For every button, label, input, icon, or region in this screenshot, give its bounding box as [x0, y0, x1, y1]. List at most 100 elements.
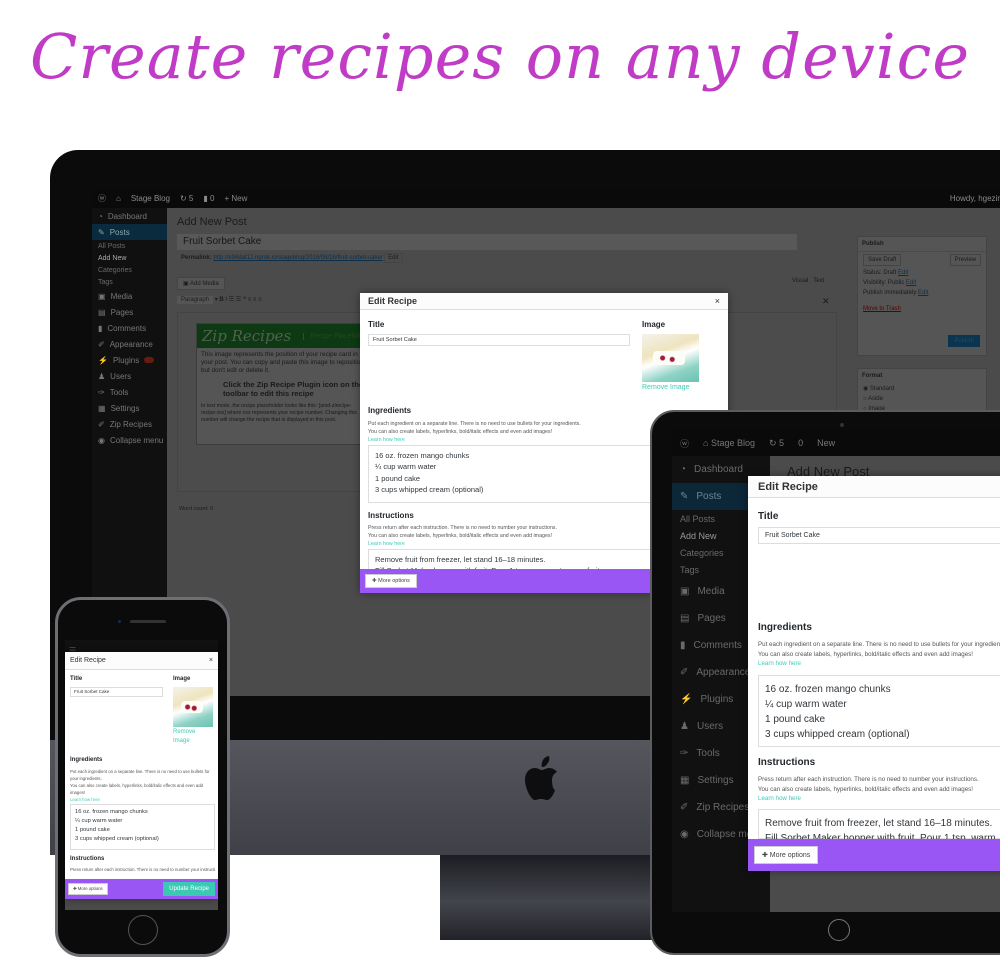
instructions-label: Instructions: [70, 856, 105, 862]
new-link[interactable]: New: [817, 438, 835, 448]
more-options-button[interactable]: ✚ More options: [365, 574, 417, 588]
new-link[interactable]: + New: [224, 194, 247, 203]
tab-text[interactable]: Text: [813, 278, 824, 284]
sidebar-item-appearance[interactable]: ✐ Appearance: [92, 336, 167, 352]
status-edit-link[interactable]: Edit: [898, 270, 908, 276]
recipe-image[interactable]: [173, 687, 213, 727]
sidebar-item-collapse[interactable]: ◉ Collapse menu: [92, 432, 167, 448]
ingredients-textarea[interactable]: 16 oz. frozen mango chunks ¼ cup warm wa…: [758, 675, 1000, 747]
ingredients-label: Ingredients: [70, 757, 103, 763]
home-button[interactable]: [128, 915, 158, 945]
speaker-grille: [130, 620, 166, 623]
more-options-button[interactable]: ✚ More options: [754, 846, 819, 864]
user-icon: ♟: [98, 371, 106, 381]
learn-how-link[interactable]: Learn how here: [758, 794, 979, 804]
howdy-user[interactable]: Howdy, hgezim: [950, 194, 1000, 203]
zip-text-1: This image represents the position of yo…: [201, 351, 371, 375]
sidebar-item-posts[interactable]: ✎ Posts: [92, 224, 167, 240]
sidebar-sub-all-posts[interactable]: All Posts: [92, 240, 167, 252]
comments-link[interactable]: 0: [798, 438, 803, 448]
close-icon[interactable]: ×: [209, 657, 213, 664]
more-options-button[interactable]: ✚ More options: [68, 883, 108, 895]
format-option-aside[interactable]: ○ Aside: [858, 394, 986, 404]
learn-how-link[interactable]: Learn how here: [70, 797, 215, 804]
wordpress-logo-icon[interactable]: ⓦ: [98, 193, 106, 204]
update-recipe-button[interactable]: Update Recipe: [163, 882, 215, 896]
sidebar-label: Appearance: [109, 339, 153, 349]
home-button[interactable]: [828, 919, 850, 941]
instructions-textarea[interactable]: Remove fruit from freezer, let stand 16–…: [758, 809, 1000, 859]
recipe-image[interactable]: [642, 334, 699, 382]
sidebar-label: Collapse menu: [109, 435, 164, 445]
sidebar-item-pages[interactable]: ▤ Pages: [92, 304, 167, 320]
learn-how-link[interactable]: Learn how here: [758, 659, 1000, 669]
help-line: You can also create labels, hyperlinks, …: [758, 785, 973, 793]
site-name-link[interactable]: ⌂ Stage Blog: [703, 438, 755, 448]
permalink-edit-button[interactable]: Edit: [384, 253, 403, 263]
status-text: Status: Draft: [863, 270, 897, 276]
headline: Create recipes on any device: [29, 20, 971, 93]
sidebar-sub-categories[interactable]: Categories: [92, 264, 167, 276]
brush-icon: ✐: [98, 419, 105, 429]
help-line: You can also create labels, hyperlinks, …: [758, 650, 973, 658]
publish-box: Publish Save Draft Preview Status: Draft …: [857, 236, 987, 356]
ingredients-label: Ingredients: [758, 622, 812, 633]
sidebar-item-users[interactable]: ♟ Users: [92, 368, 167, 384]
sidebar-item-zip-recipes[interactable]: ✐ Zip Recipes: [92, 416, 167, 432]
sidebar-sub-tags[interactable]: Tags: [92, 276, 167, 288]
format-select[interactable]: Paragraph: [177, 296, 214, 304]
bold-icon[interactable]: ▾ B: [215, 297, 224, 303]
title-input[interactable]: Fruit Sorbet Cake: [70, 687, 163, 697]
add-media-button[interactable]: ▣ Add Media: [177, 277, 225, 290]
updates-link[interactable]: ↻ 5: [180, 194, 193, 203]
sidebar-sub-add-new[interactable]: Add New: [92, 252, 167, 264]
title-input[interactable]: Fruit Sorbet Cake: [368, 334, 630, 346]
close-icon[interactable]: ×: [715, 296, 720, 306]
ingredient-line: 16 oz. frozen mango chunks: [375, 451, 470, 460]
format-option-standard[interactable]: ◉ Standard: [858, 383, 986, 394]
sidebar-item-settings[interactable]: ▦ Settings: [92, 400, 167, 416]
sidebar-item-plugins[interactable]: ⚡ Plugins 1: [92, 352, 167, 368]
home-icon: ⌂: [116, 193, 121, 203]
site-name-link[interactable]: Stage Blog: [131, 194, 170, 203]
sidebar-item-tools[interactable]: ✑ Tools: [92, 384, 167, 400]
help-line: Put each ingredient on a separate line. …: [70, 769, 210, 781]
preview-button[interactable]: Preview: [949, 254, 981, 266]
fullscreen-icon[interactable]: ✕: [822, 296, 830, 307]
apple-logo-icon: [525, 756, 557, 800]
remove-image-link[interactable]: Remove Image: [173, 728, 203, 746]
tab-visual[interactable]: Visual: [792, 278, 808, 284]
remove-image-link[interactable]: Remove Image: [642, 384, 689, 391]
sidebar-label: Pages: [697, 613, 726, 624]
sidebar-label: Posts: [696, 491, 722, 502]
zip-text-2: In text mode, the recipe placeholder loo…: [201, 403, 357, 423]
comments-link[interactable]: ▮ 0: [203, 194, 214, 203]
ingredients-textarea[interactable]: 16 oz. frozen mango chunks ¼ cup warm wa…: [70, 804, 215, 850]
updates-link[interactable]: ↻ 5: [769, 438, 784, 449]
plugins-badge: 1: [144, 357, 154, 363]
ingredient-line: 16 oz. frozen mango chunks: [75, 809, 148, 815]
sidebar-item-media[interactable]: ▣ Media: [92, 288, 167, 304]
move-to-trash-link[interactable]: Move to Trash: [858, 304, 986, 314]
title-input[interactable]: Fruit Sorbet Cake: [758, 527, 1000, 544]
ingredients-textarea[interactable]: 16 oz. frozen mango chunks ¼ cup warm wa…: [368, 445, 688, 503]
learn-how-link[interactable]: Learn how here: [368, 540, 557, 548]
publish-button[interactable]: Publish: [948, 335, 980, 347]
post-title-input[interactable]: Fruit Sorbet Cake: [177, 234, 797, 250]
sidebar-label: Tools: [696, 748, 720, 759]
help-line: You can also create labels, hyperlinks, …: [368, 429, 553, 436]
align-icon[interactable]: ≡ ≡ ≡: [248, 297, 262, 303]
wordpress-logo-icon[interactable]: ⓦ: [680, 437, 689, 450]
sidebar-item-dashboard[interactable]: ◔ Dashboard: [92, 208, 167, 224]
image-label: Image: [173, 676, 191, 682]
permalink-url[interactable]: http://e94daf12.ngrok.io/stageblog/2018/…: [213, 255, 382, 261]
list-icon[interactable]: ☰ ☰: [229, 297, 243, 303]
comment-icon: ▮: [98, 323, 103, 333]
save-draft-button[interactable]: Save Draft: [863, 254, 902, 266]
quote-icon[interactable]: ❝: [243, 297, 246, 303]
schedule-edit-link[interactable]: Edit: [918, 290, 928, 296]
sidebar-label: Zip Recipes: [696, 802, 750, 813]
sidebar-item-comments[interactable]: ▮ Comments: [92, 320, 167, 336]
learn-how-link[interactable]: Learn how here: [368, 436, 581, 444]
visibility-edit-link[interactable]: Edit: [906, 280, 916, 286]
